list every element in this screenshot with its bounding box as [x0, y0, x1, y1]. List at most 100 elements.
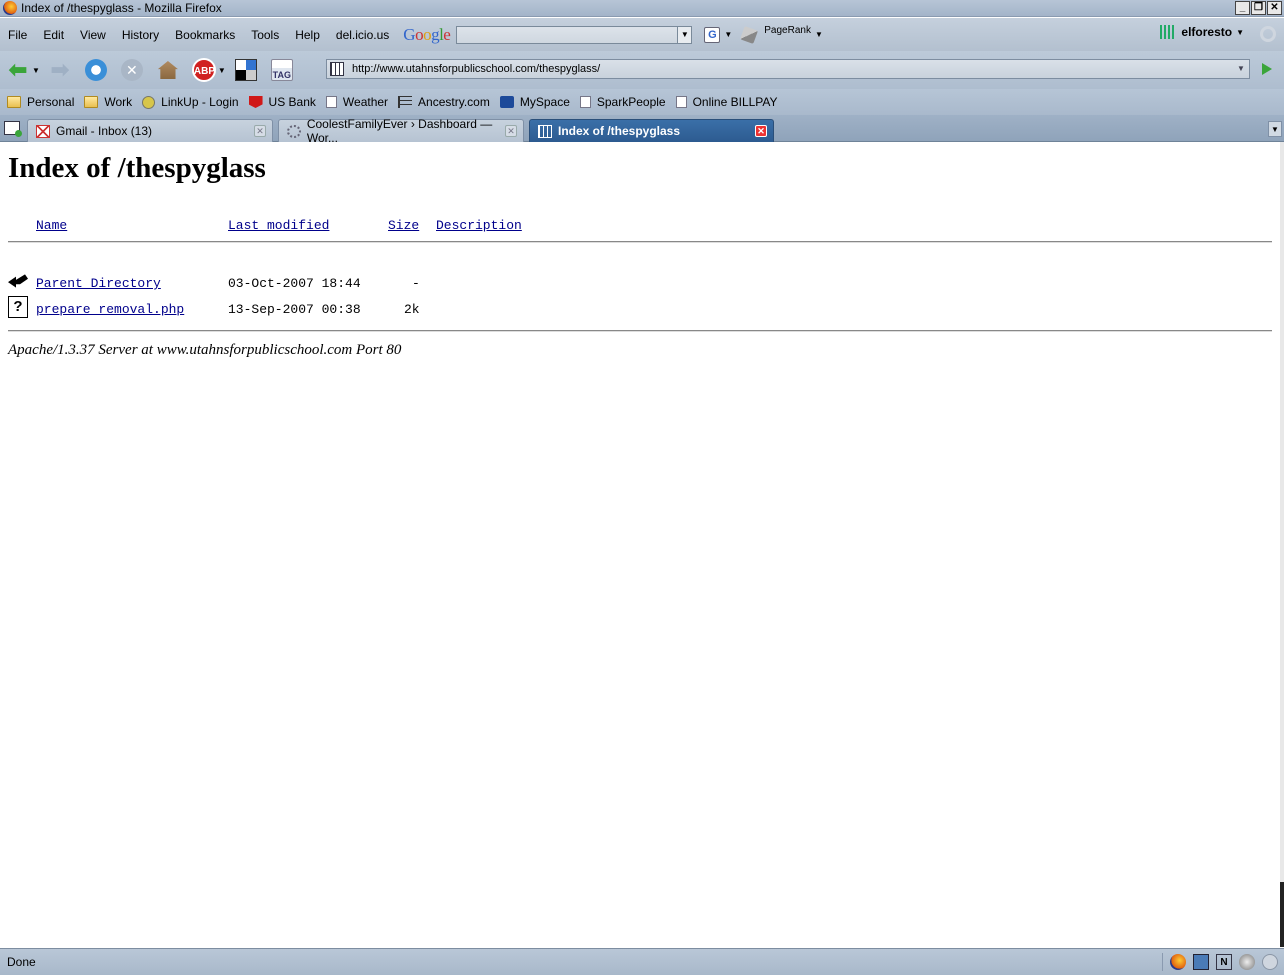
- linkup-icon: [142, 95, 156, 109]
- bookmark-ancestry[interactable]: Ancestry.com: [398, 95, 490, 109]
- folder-icon: [7, 96, 21, 108]
- minimize-button[interactable]: _: [1235, 1, 1250, 15]
- tab-close-icon[interactable]: ✕: [755, 125, 767, 137]
- bookmark-label: LinkUp - Login: [161, 95, 239, 109]
- reload-button[interactable]: [84, 58, 108, 82]
- bookmark-label: Weather: [342, 95, 389, 109]
- home-button[interactable]: [156, 58, 180, 82]
- row-modified: 13-Sep-2007 00:38: [228, 302, 361, 317]
- throbber-icon: [1260, 26, 1276, 42]
- bookmark-billpay[interactable]: Online BILLPAY: [675, 95, 778, 109]
- pagerank-status-icon[interactable]: [1239, 954, 1255, 970]
- menu-edit[interactable]: Edit: [35, 28, 72, 42]
- url-history-dropdown-icon[interactable]: ▼: [1233, 60, 1249, 78]
- tab-gmail[interactable]: Gmail - Inbox (13) ✕: [27, 119, 273, 142]
- sort-by-description-link[interactable]: Description: [436, 218, 522, 233]
- bookmark-weather[interactable]: Weather: [325, 95, 389, 109]
- adblock-button[interactable]: ABP: [191, 58, 216, 82]
- bookmark-linkup[interactable]: LinkUp - Login: [142, 95, 239, 109]
- page-icon: [325, 96, 337, 108]
- tab-label: CoolestFamilyEver › Dashboard — Wor...: [306, 117, 493, 145]
- bookmark-usbank[interactable]: US Bank: [248, 95, 316, 109]
- tab-close-icon[interactable]: ✕: [254, 125, 266, 137]
- tab-coolestfamilyever[interactable]: CoolestFamilyEver › Dashboard — Wor... ✕: [278, 117, 524, 145]
- google-search-button[interactable]: G: [704, 26, 721, 43]
- maximize-button[interactable]: ❐: [1251, 1, 1266, 15]
- tab-list-dropdown-icon[interactable]: ▼: [1268, 121, 1282, 137]
- bookmark-label: Work: [104, 95, 133, 109]
- close-window-button[interactable]: ✕: [1267, 1, 1282, 15]
- pagerank-label[interactable]: PageRank: [764, 25, 811, 36]
- stop-icon: ✕: [120, 59, 143, 81]
- back-icon: [8, 274, 28, 288]
- status-icons: N: [1162, 953, 1278, 971]
- parent-directory-link[interactable]: Parent Directory: [36, 276, 161, 291]
- menu-view[interactable]: View: [72, 28, 114, 42]
- delicious-button[interactable]: [234, 58, 258, 82]
- divider: [8, 330, 1272, 332]
- menu-bar: File Edit View History Bookmarks Tools H…: [0, 18, 1284, 51]
- menu-file[interactable]: File: [0, 28, 35, 42]
- bookmark-label: SparkPeople: [596, 95, 666, 109]
- bookmark-myspace[interactable]: MySpace: [499, 95, 570, 109]
- home-icon: [157, 61, 178, 79]
- resize-grip-icon[interactable]: [1262, 954, 1278, 970]
- new-tab-icon[interactable]: [4, 121, 22, 137]
- noscript-icon[interactable]: N: [1216, 954, 1232, 970]
- user-dropdown-icon: ▼: [1236, 27, 1244, 37]
- row-modified: 03-Oct-2007 18:44: [228, 276, 361, 291]
- server-signature: Apache/1.3.37 Server at www.utahnsforpub…: [8, 342, 402, 358]
- file-link[interactable]: prepare removal.php: [36, 302, 184, 317]
- url-text[interactable]: http://www.utahnsforpublicschool.com/the…: [352, 63, 600, 75]
- sort-by-name-link[interactable]: Name: [36, 218, 67, 233]
- bookmark-sparkpeople[interactable]: SparkPeople: [579, 95, 666, 109]
- google-search-input[interactable]: ▼: [456, 25, 693, 44]
- stop-button[interactable]: ✕: [120, 58, 144, 82]
- user-menu[interactable]: elforesto ▼: [1160, 25, 1248, 39]
- pagerank-dropdown-icon[interactable]: ▼: [815, 30, 823, 39]
- page-title: Index of /thespyglass: [8, 152, 266, 184]
- forward-button[interactable]: ➡: [48, 57, 72, 82]
- eraser-icon[interactable]: [740, 25, 759, 44]
- page-info-icon[interactable]: [1193, 954, 1209, 970]
- tag-button[interactable]: TAG: [270, 58, 294, 82]
- window-controls: _ ❐ ✕: [1235, 1, 1282, 15]
- delicious-icon: [234, 59, 257, 81]
- bookmark-label: Ancestry.com: [418, 95, 490, 109]
- bookmark-work[interactable]: Work: [84, 95, 132, 109]
- go-button[interactable]: [1262, 63, 1272, 75]
- tab-close-icon[interactable]: ✕: [505, 125, 517, 137]
- url-bar[interactable]: http://www.utahnsforpublicschool.com/the…: [326, 59, 1250, 79]
- table-row: Parent Directory 03-Oct-2007 18:44 -: [8, 274, 1272, 294]
- firefox-status-icon[interactable]: [1170, 954, 1186, 970]
- chevron-down-icon[interactable]: ▼: [724, 30, 732, 39]
- menu-help[interactable]: Help: [287, 28, 328, 42]
- tab-label: Gmail - Inbox (13): [56, 124, 153, 138]
- sort-by-size-link[interactable]: Size: [388, 218, 419, 233]
- search-dropdown-icon[interactable]: ▼: [677, 26, 692, 43]
- user-bars-icon: [1160, 25, 1177, 39]
- bookmark-label: MySpace: [519, 95, 570, 109]
- back-button[interactable]: ⬅: [6, 57, 30, 82]
- menu-tools[interactable]: Tools: [243, 28, 287, 42]
- menu-history[interactable]: History: [114, 28, 167, 42]
- table-row: ? prepare removal.php 13-Sep-2007 00:38 …: [8, 296, 1272, 320]
- back-history-dropdown-icon[interactable]: ▼: [32, 66, 40, 75]
- row-size: -: [412, 276, 420, 291]
- folder-icon: [84, 96, 99, 108]
- page-content: Index of /thespyglass Name Last modified…: [0, 142, 1280, 947]
- sort-by-modified-link[interactable]: Last modified: [228, 218, 329, 233]
- adblock-icon: ABP: [191, 58, 216, 82]
- tab-index-thespyglass[interactable]: Index of /thespyglass ✕: [529, 119, 774, 142]
- bookmark-personal[interactable]: Personal: [7, 95, 74, 109]
- divider: [1162, 953, 1163, 971]
- adblock-dropdown-icon[interactable]: ▼: [218, 66, 226, 75]
- status-text: Done: [7, 955, 36, 969]
- listing-header: Name Last modified Size Description: [8, 218, 1272, 234]
- ancestry-icon: [398, 96, 413, 108]
- menu-delicious[interactable]: del.icio.us: [328, 28, 397, 42]
- tag-icon: TAG: [270, 59, 293, 81]
- tab-bar: Gmail - Inbox (13) ✕ CoolestFamilyEver ›…: [0, 115, 1284, 145]
- scrollbar[interactable]: [1280, 142, 1284, 947]
- menu-bookmarks[interactable]: Bookmarks: [167, 28, 243, 42]
